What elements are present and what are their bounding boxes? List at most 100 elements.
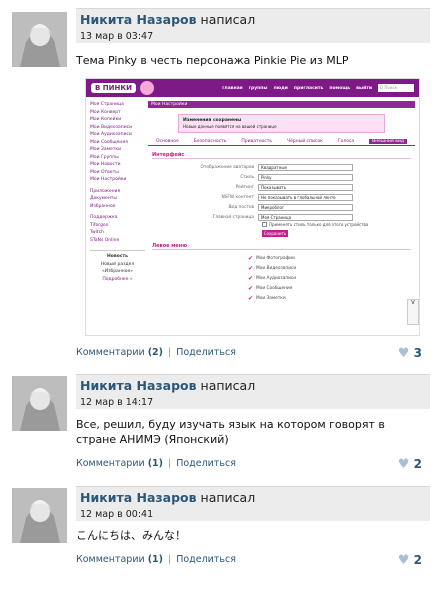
heart-icon: ♥ <box>397 553 410 568</box>
shot-menu-item: Мои Группы <box>90 154 119 160</box>
shot-tab: Безопасность <box>193 139 227 144</box>
shot-menu-item: STaNs Online <box>90 237 120 243</box>
heart-icon: ♥ <box>397 346 410 361</box>
shot-search: Q Поиск <box>378 84 414 92</box>
comments-label: Комментарии <box>76 554 145 565</box>
like-button[interactable]: ♥ 2 <box>398 457 422 472</box>
post-date[interactable]: 13 мар в 03:47 <box>80 30 426 44</box>
shot-header: В ПИНКИ главная группы люди пригласить п… <box>86 79 419 97</box>
shot-tab: Чёрный список <box>287 139 323 144</box>
shot-tab: Голоса <box>337 139 355 144</box>
pony-icon <box>139 81 154 95</box>
shot-notice-title: Изменения сохранены <box>183 118 242 123</box>
avatar[interactable] <box>12 376 67 431</box>
shot-row-label: Рейтинг <box>235 184 254 190</box>
check-icon: ✔ <box>248 284 254 292</box>
post-date[interactable]: 12 мар в 14:17 <box>80 396 426 410</box>
comments-link[interactable]: Комментарии (2) <box>76 347 163 358</box>
shot-apply-checkbox: Применять стиль только для этого устройс… <box>262 222 415 227</box>
share-link[interactable]: Поделиться <box>176 347 236 358</box>
shot-nav-item: помощь <box>329 85 351 91</box>
shot-menu-item: Мои Новости <box>90 162 121 167</box>
shot-tab: Основное <box>156 139 179 144</box>
comments-label: Комментарии <box>76 458 145 469</box>
shot-menu-item: Мои Конверт <box>90 109 121 115</box>
wall-post: Никита Назаров написал 12 мар в 14:17 Вс… <box>0 370 430 485</box>
shot-setting-row: NSFW контент Не показывать в глобальной л… <box>148 192 415 202</box>
shot-menu-item: Моя Страница <box>90 102 124 107</box>
post-action: написал <box>200 490 256 505</box>
shot-title: Мои Настройки <box>148 101 415 108</box>
shot-menu-check-label: Мои Видеозаписи <box>256 265 297 271</box>
post-attachment-screenshot[interactable]: В ПИНКИ главная группы люди пригласить п… <box>85 78 420 336</box>
shot-setting-row: Вид постов Микроблог <box>148 202 415 212</box>
shot-tabs: Основное Безопасность Приватность Чёрный… <box>148 139 415 146</box>
shot-save-button: Сохранить <box>262 230 288 237</box>
author-link[interactable]: Никита Назаров <box>80 378 197 393</box>
shot-side-tab: V <box>407 299 419 325</box>
like-count: 2 <box>413 457 422 471</box>
post-header: Никита Назаров написал 12 мар в 14:17 <box>76 374 430 409</box>
like-button[interactable]: ♥ 2 <box>398 553 422 568</box>
shot-menu-item: Twitch <box>90 230 105 235</box>
shot-row-label: NSFW контент <box>221 194 254 200</box>
author-link[interactable]: Никита Назаров <box>80 12 197 27</box>
check-icon: ✔ <box>248 294 254 302</box>
comments-link[interactable]: Комментарии (1) <box>76 458 163 469</box>
shot-row-label: Отображение аватаров <box>200 164 254 170</box>
check-icon: ✔ <box>248 264 254 272</box>
shot-row-label: Главная страница <box>212 214 254 220</box>
shot-menu-item: Мои Настройки <box>90 177 127 182</box>
comments-count: (1) <box>147 458 164 469</box>
post-text: こんにちは、みんな！ <box>76 529 186 542</box>
shot-setting-row: Главная страница Моя Страница <box>148 212 415 222</box>
shot-nav-item: главная <box>222 85 243 91</box>
shot-menu-item: Мои Видеозаписи <box>90 124 133 130</box>
shot-left-menu: Моя Страница Мои Конверт Мои Копейки Мои… <box>90 101 145 283</box>
shot-menu-check: ✔ Мои Заметки <box>248 293 415 303</box>
shot-menu-check: ✔ Мои Аудиозаписи <box>248 273 415 283</box>
shot-row-select: Pinky <box>258 173 353 181</box>
author-link[interactable]: Никита Назаров <box>80 490 197 505</box>
post-footer: Комментарии (2) | Поделиться <box>76 347 424 358</box>
shot-apply-label: Применять стиль только для этого устройс… <box>269 222 369 227</box>
comments-link[interactable]: Комментарии (1) <box>76 554 163 565</box>
shot-notice-text: Новые данные появятся на вашей странице <box>183 124 277 129</box>
post-footer: Комментарии (1) | Поделиться <box>76 458 424 469</box>
shot-news-block: Новость Новый раздел «Избранное» Подробн… <box>90 250 145 283</box>
footer-separator: | <box>168 554 172 565</box>
shot-menu-item: Поддержка <box>90 215 118 220</box>
share-link[interactable]: Поделиться <box>176 458 236 469</box>
post-text: Тема Pinky в честь персонажа Pinkie Pie … <box>76 54 349 67</box>
comments-count: (2) <box>147 347 164 358</box>
shot-row-select: Показывать <box>258 183 353 191</box>
shot-menu-check: ✔ Мои Сообщения <box>248 283 415 293</box>
shot-menu-check-label: Мои Аудиозаписи <box>256 275 297 281</box>
comments-count: (1) <box>147 554 164 565</box>
shot-menu-item: Мои Копейки <box>90 117 122 122</box>
shot-news-more: Подробнее » <box>102 276 133 282</box>
shot-menu-item: Мои Заметки <box>90 147 122 152</box>
post-header: Никита Назаров написал 13 мар в 03:47 <box>76 8 430 43</box>
shot-tab: Приватность <box>241 139 273 144</box>
shot-menu-item: Документы <box>90 196 117 201</box>
shot-nav: главная группы люди пригласить помощь вы… <box>222 86 372 91</box>
post-text: Все, решил, буду изучать язык на котором… <box>76 418 385 446</box>
like-button[interactable]: ♥ 3 <box>398 346 422 361</box>
shot-tab-active: Внешний вид <box>369 139 407 144</box>
avatar[interactable] <box>12 488 67 543</box>
shot-menu-item: Мои Сообщения <box>90 139 128 145</box>
shot-row-select: Моя Страница <box>258 213 353 221</box>
shot-menu-check-label: Мои Сообщения <box>256 285 293 291</box>
shot-nav-item: группы <box>248 85 268 91</box>
share-link[interactable]: Поделиться <box>176 554 236 565</box>
check-icon: ✔ <box>248 274 254 282</box>
post-date[interactable]: 12 мар в 00:41 <box>80 508 426 522</box>
shot-menu-item: Приложения <box>90 188 121 194</box>
wall-post: Никита Назаров написал 13 мар в 03:47 Те… <box>0 0 430 370</box>
avatar[interactable] <box>12 12 67 67</box>
wall-post: Никита Назаров написал 12 мар в 00:41 こん… <box>0 484 430 594</box>
shot-nav-item: люди <box>273 85 288 91</box>
shot-menu-check-label: Мои Фотографии <box>256 255 295 261</box>
shot-setting-row: Отображение аватаров Квадратные <box>148 162 415 172</box>
